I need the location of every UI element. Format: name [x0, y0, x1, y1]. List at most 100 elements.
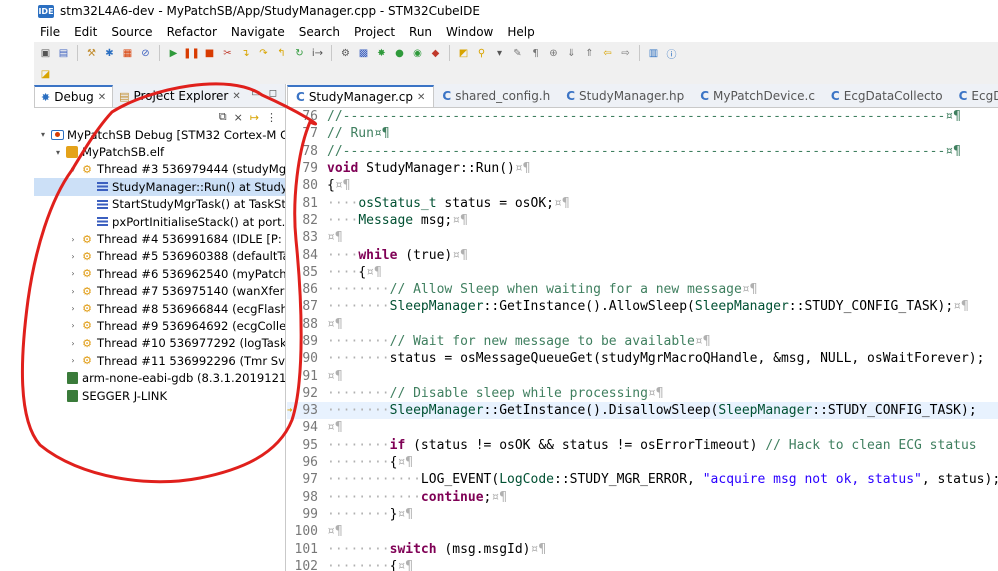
code-line[interactable]: 91 ¤¶	[287, 367, 998, 384]
tree-expander-icon[interactable]: ▾	[38, 130, 48, 139]
code-line[interactable]: 86 ········// Allow Sleep when waiting fo…	[287, 281, 998, 298]
menu-window[interactable]: Window	[440, 25, 501, 39]
minimize-icon[interactable]: ▭	[251, 88, 260, 99]
settings-icon[interactable]: ⚙	[338, 46, 353, 61]
code-line[interactable]: 81 ····osStatus_t status = osOK;¤¶	[287, 194, 998, 211]
forward-icon[interactable]: ⇨	[618, 46, 633, 61]
chevron-down-icon[interactable]: ▾	[492, 46, 507, 61]
tree-expander-icon[interactable]: ›	[68, 252, 78, 261]
step-into-icon[interactable]: ↴	[238, 46, 253, 61]
menu-source[interactable]: Source	[105, 25, 160, 39]
tree-item[interactable]: arm-none-eabi-gdb (8.3.1.20191211)	[34, 369, 285, 386]
code-line[interactable]: 87 ········SleepManager::GetInstance().Al…	[287, 298, 998, 315]
next-annotation-icon[interactable]: ⇓	[564, 46, 579, 61]
instruction-step-icon[interactable]: i→	[310, 46, 325, 61]
tree-item[interactable]: SEGGER J-LINK	[34, 387, 285, 404]
code-line[interactable]: 95 ········if (status != osOK && status !…	[287, 437, 998, 454]
code-line[interactable]: 84 ····while (true)¤¶	[287, 246, 998, 263]
code-line[interactable]: 89 ········// Wait for new message to be …	[287, 333, 998, 350]
code-line[interactable]: 92 ········// Disable sleep while process…	[287, 385, 998, 402]
collapse-all-icon[interactable]: ⧉	[219, 110, 227, 124]
code-line[interactable]: 88 ¤¶	[287, 316, 998, 333]
code-line[interactable]: 98 ············continue;¤¶	[287, 489, 998, 506]
tree-expander-icon[interactable]: ▾	[53, 148, 63, 157]
build-icon[interactable]: ⚒	[84, 46, 99, 61]
code-line[interactable]: 94 ¤¶	[287, 419, 998, 436]
menu-edit[interactable]: Edit	[68, 25, 105, 39]
code-line[interactable]: 101 ········switch (msg.msgId)¤¶	[287, 540, 998, 557]
debug-icon[interactable]: ✱	[102, 46, 117, 61]
tree-expander-icon[interactable]: ›	[68, 269, 78, 278]
tree-expander-icon[interactable]: ▾	[68, 165, 78, 174]
back-icon[interactable]: ⇦	[600, 46, 615, 61]
chip-icon[interactable]: ▩	[356, 46, 371, 61]
bug-icon[interactable]: ✸	[374, 46, 389, 61]
step-filters-icon[interactable]: ↦	[250, 111, 259, 124]
debug-run-icon[interactable]: ●	[392, 46, 407, 61]
pin-icon[interactable]: ⊕	[546, 46, 561, 61]
menu-run[interactable]: Run	[403, 25, 440, 39]
info-icon[interactable]: ⓘ	[664, 46, 679, 61]
tab-project-explorer[interactable]: ▤ Project Explorer ✕	[113, 85, 247, 107]
code-line[interactable]: 79 void StudyManager::Run()¤¶	[287, 160, 998, 177]
code-line[interactable]: ➜ 93 ········SleepManager::GetInstance().D…	[287, 402, 998, 420]
editor-tab[interactable]: CEcgDataCollecto	[951, 85, 998, 107]
code-line[interactable]: 76 //------------------------------------…	[287, 108, 998, 125]
tree-expander-icon[interactable]: ›	[68, 321, 78, 330]
close-icon[interactable]: ✕	[417, 92, 425, 103]
menu-refactor[interactable]: Refactor	[161, 25, 225, 39]
close-icon[interactable]: ✕	[98, 92, 106, 103]
annotation-icon[interactable]: ¶	[528, 46, 543, 61]
tree-item[interactable]: › ⚙ Thread #11 536992296 (Tmr Svc [P: 2]	[34, 352, 285, 369]
close-icon[interactable]: ✕	[232, 91, 240, 102]
editor-tab[interactable]: Cshared_config.h	[434, 85, 558, 107]
new-icon[interactable]: ▣	[38, 46, 53, 61]
tree-item[interactable]: › ⚙ Thread #10 536977292 (logTask [P: 20	[34, 335, 285, 352]
tree-item[interactable]: StudyManager::Run() at StudyMana	[34, 178, 285, 196]
tree-expander-icon[interactable]: ›	[68, 356, 78, 365]
skip-breakpoints-icon[interactable]: ⊘	[138, 46, 153, 61]
code-line[interactable]: 96 ········{¤¶	[287, 454, 998, 471]
open-perspective-icon[interactable]: ◪	[38, 67, 53, 82]
tree-expander-icon[interactable]: ›	[68, 304, 78, 313]
remove-all-terminated-icon[interactable]: ⨯	[234, 111, 243, 124]
external-tools-icon[interactable]: ◆	[428, 46, 443, 61]
restart-icon[interactable]: ↻	[292, 46, 307, 61]
resume-icon[interactable]: ▶	[166, 46, 181, 61]
menu-help[interactable]: Help	[501, 25, 542, 39]
tree-expander-icon[interactable]: ›	[68, 235, 78, 244]
code-line[interactable]: 99 ········}¤¶	[287, 506, 998, 523]
save-icon[interactable]: ▤	[56, 46, 71, 61]
edit-icon[interactable]: ✎	[510, 46, 525, 61]
tree-item[interactable]: ▾ ⚙ Thread #3 536979444 (studyMgrTask :	[34, 161, 285, 178]
menu-project[interactable]: Project	[348, 25, 403, 39]
tree-item[interactable]: › ⚙ Thread #7 536975140 (wanXferMgrTas	[34, 283, 285, 300]
tree-item[interactable]: ▾ MyPatchSB Debug [STM32 Cortex-M C/C++	[34, 126, 285, 143]
view-menu-icon[interactable]: ⋮	[266, 111, 277, 124]
code-line[interactable]: 78 //------------------------------------…	[287, 143, 998, 160]
editor-tab[interactable]: C StudyManager.cp ✕	[287, 85, 435, 107]
code-line[interactable]: 97 ············LOG_EVENT(LogCode::STUDY_M…	[287, 471, 998, 488]
run-icon[interactable]: ◉	[410, 46, 425, 61]
search-icon[interactable]: ⚲	[474, 46, 489, 61]
code-line[interactable]: 102 ········{¤¶	[287, 558, 998, 571]
editor-tab[interactable]: CEcgDataCollecto	[823, 85, 951, 107]
code-line[interactable]: 83 ¤¶	[287, 229, 998, 246]
code-line[interactable]: 80 {¤¶	[287, 177, 998, 194]
step-over-icon[interactable]: ↷	[256, 46, 271, 61]
memory-icon[interactable]: ▦	[120, 46, 135, 61]
menu-file[interactable]: File	[34, 25, 68, 39]
terminate-icon[interactable]: ■	[202, 46, 217, 61]
tree-item[interactable]: StartStudyMgrTask() at TaskStarts.cp	[34, 196, 285, 213]
code-line[interactable]: 82 ····Message msg;¤¶	[287, 212, 998, 229]
suspend-icon[interactable]: ❚❚	[183, 46, 200, 61]
tree-item[interactable]: › ⚙ Thread #8 536966844 (ecgFlashSavTas	[34, 300, 285, 317]
tree-item[interactable]: › ⚙ Thread #4 536991684 (IDLE [P: 0]) (Su	[34, 230, 285, 247]
code-line[interactable]: 85 ····{¤¶	[287, 264, 998, 281]
tree-item[interactable]: › ⚙ Thread #9 536964692 (ecgCollectTask	[34, 317, 285, 334]
disconnect-icon[interactable]: ✂	[220, 46, 235, 61]
editor-tab[interactable]: C StudyManager.hp	[558, 85, 692, 107]
open-type-icon[interactable]: ◩	[456, 46, 471, 61]
editor-tab[interactable]: C MyPatchDevice.c	[692, 85, 823, 107]
tab-debug[interactable]: ✸ Debug ✕	[34, 85, 114, 107]
